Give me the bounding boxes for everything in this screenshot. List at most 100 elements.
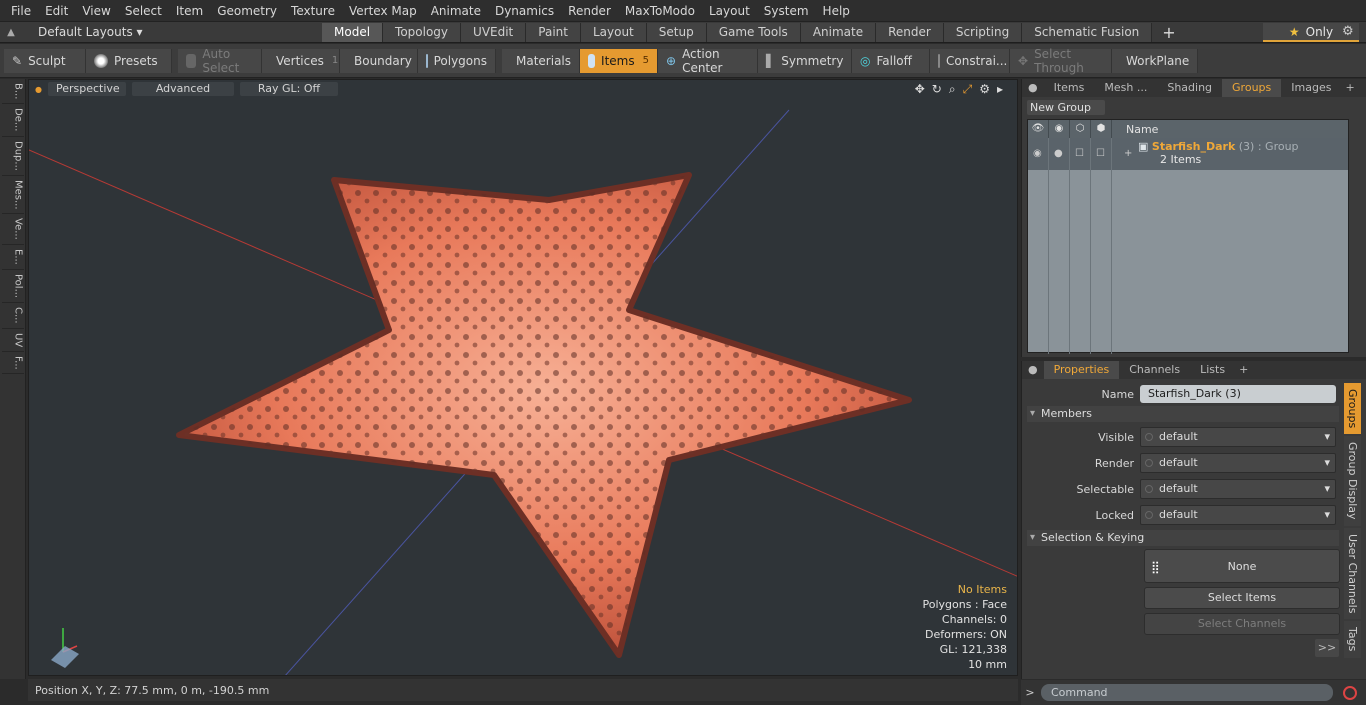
menu-system[interactable]: System (757, 0, 816, 22)
name-input[interactable]: Starfish_Dark (3) (1140, 385, 1336, 403)
tab-images[interactable]: Images (1281, 79, 1341, 97)
zoom-view-icon[interactable]: ⌕ (949, 82, 956, 97)
selection-keying-section[interactable]: Selection & Keying (1027, 530, 1339, 546)
visible-dropdown[interactable]: default (1140, 427, 1336, 447)
menu-help[interactable]: Help (816, 0, 857, 22)
tab-topology[interactable]: Topology (383, 22, 462, 42)
strip-tab-1[interactable]: B... (1, 79, 24, 105)
visibility-eye-icon[interactable]: 👁 (1028, 120, 1049, 138)
menu-file[interactable]: File (4, 0, 38, 22)
sculpt-button[interactable]: ✎ Sculpt (4, 48, 86, 73)
tab-animate[interactable]: Animate (800, 22, 877, 42)
symmetry-button[interactable]: ▌ Symmetry (758, 48, 852, 73)
default-layouts-dropdown[interactable]: Default Layouts ▾ (22, 25, 322, 39)
raygl-toggle[interactable]: Ray GL: Off (239, 82, 338, 96)
polygons-button[interactable]: Polygons (418, 48, 496, 73)
add-panel-tab-icon[interactable]: + (1341, 79, 1358, 97)
locked-dropdown[interactable]: default (1140, 505, 1336, 525)
vtab-user-channels[interactable]: User Channels (1344, 527, 1361, 620)
materials-button[interactable]: Materials (502, 48, 580, 73)
strip-tab-4[interactable]: Mes... (1, 176, 24, 215)
tab-mesh[interactable]: Mesh ... (1094, 79, 1157, 97)
perspective-dropdown[interactable]: Perspective (47, 82, 126, 96)
tab-render[interactable]: Render (876, 22, 944, 42)
vtab-tags[interactable]: Tags (1344, 621, 1361, 658)
tab-uvedit[interactable]: UVEdit (461, 22, 527, 42)
select-channels-button[interactable]: Select Channels (1144, 613, 1340, 635)
props-menu-icon[interactable]: ● (1022, 361, 1044, 379)
constraints-button[interactable]: Constrai... (930, 48, 1010, 73)
tab-setup[interactable]: Setup (646, 22, 707, 42)
presets-button[interactable]: Presets (86, 48, 172, 73)
boundary-button[interactable]: Boundary (340, 48, 418, 73)
vertices-button[interactable]: Vertices 1 (262, 48, 340, 73)
items-button[interactable]: Items 5 (580, 48, 658, 73)
render-dropdown[interactable]: default (1140, 453, 1336, 473)
menu-maxtomodo[interactable]: MaxToModo (618, 0, 702, 22)
row-eye-icon[interactable]: ◉ (1033, 148, 1042, 159)
menu-animate[interactable]: Animate (424, 0, 488, 22)
menu-select[interactable]: Select (118, 0, 169, 22)
add-tab-icon[interactable]: + (1152, 23, 1185, 42)
strip-tab-9[interactable]: UV (1, 329, 24, 352)
row-lock-checkbox[interactable]: ☐ (1096, 148, 1105, 159)
strip-tab-5[interactable]: Ve... (1, 214, 24, 246)
select-through-button[interactable]: ✥ Select Through (1010, 47, 1112, 75)
expand-icon[interactable]: + (1124, 148, 1132, 159)
add-props-tab-icon[interactable]: + (1235, 361, 1252, 379)
tab-paint[interactable]: Paint (526, 22, 581, 42)
command-input[interactable]: Command (1041, 684, 1333, 701)
layout-arrow-icon[interactable]: ▲ (0, 27, 22, 38)
menu-render[interactable]: Render (561, 0, 618, 22)
tab-channels[interactable]: Channels (1119, 361, 1190, 379)
row-render-icon[interactable]: ● (1054, 148, 1063, 159)
tab-items[interactable]: Items (1044, 79, 1095, 97)
none-keying-button[interactable]: ⣿ None (1144, 549, 1340, 583)
tab-game-tools[interactable]: Game Tools (706, 22, 801, 42)
menu-edit[interactable]: Edit (38, 0, 75, 22)
menu-view[interactable]: View (75, 0, 117, 22)
menu-dynamics[interactable]: Dynamics (488, 0, 561, 22)
members-section[interactable]: Members (1027, 406, 1339, 422)
tab-schematic-fusion[interactable]: Schematic Fusion (1022, 22, 1153, 42)
panel-menu-icon[interactable]: ● (1022, 79, 1044, 97)
tab-lists[interactable]: Lists (1190, 361, 1235, 379)
strip-tab-2[interactable]: De... (1, 104, 24, 137)
gear-icon[interactable]: ⚙ (1342, 24, 1354, 39)
tab-shading[interactable]: Shading (1157, 79, 1222, 97)
tab-layout[interactable]: Layout (580, 22, 647, 42)
falloff-button[interactable]: ◎ Falloff (852, 48, 930, 73)
command-arrow-icon[interactable]: > (1021, 686, 1039, 699)
new-group-button[interactable]: New Group (1027, 100, 1105, 115)
menu-geometry[interactable]: Geometry (210, 0, 284, 22)
strip-tab-3[interactable]: Dup... (1, 137, 24, 176)
play-icon[interactable]: ▸ (997, 82, 1003, 97)
more-button[interactable]: >> (1315, 639, 1339, 657)
menu-layout[interactable]: Layout (702, 0, 757, 22)
advanced-dropdown[interactable]: Advanced (131, 82, 234, 96)
row-select-checkbox[interactable]: ☐ (1075, 148, 1084, 159)
strip-tab-8[interactable]: C... (1, 303, 24, 329)
menu-vertex-map[interactable]: Vertex Map (342, 0, 424, 22)
render-icon[interactable]: ◉ (1049, 120, 1070, 138)
strip-tab-6[interactable]: E... (1, 245, 24, 270)
tab-scripting[interactable]: Scripting (943, 22, 1023, 42)
auto-select-button[interactable]: Auto Select (178, 47, 262, 75)
tab-groups[interactable]: Groups (1222, 79, 1282, 97)
strip-tab-10[interactable]: F... (1, 352, 24, 375)
select-icon[interactable]: ⬡ (1070, 120, 1091, 138)
3d-viewport[interactable]: ● Perspective Advanced Ray GL: Off ✥ ↻ ⌕… (28, 79, 1018, 676)
menu-item[interactable]: Item (169, 0, 210, 22)
menu-texture[interactable]: Texture (284, 0, 342, 22)
viewport-gear-icon[interactable]: ⚙ (979, 82, 990, 97)
vtab-group-display[interactable]: Group Display (1344, 436, 1361, 526)
workplane-button[interactable]: WorkPlane (1112, 48, 1198, 73)
record-icon[interactable] (1343, 685, 1357, 700)
rotate-view-icon[interactable]: ↻ (932, 82, 942, 97)
vtab-groups[interactable]: Groups (1344, 383, 1361, 435)
strip-tab-7[interactable]: Pol... (1, 270, 24, 303)
action-center-button[interactable]: ⊕ Action Center (658, 47, 758, 75)
group-name-cell[interactable]: ▣ Starfish_Dark (3) : Group 2 Items (1138, 140, 1299, 166)
selectable-dropdown[interactable]: default (1140, 479, 1336, 499)
move-view-icon[interactable]: ✥ (915, 82, 925, 97)
